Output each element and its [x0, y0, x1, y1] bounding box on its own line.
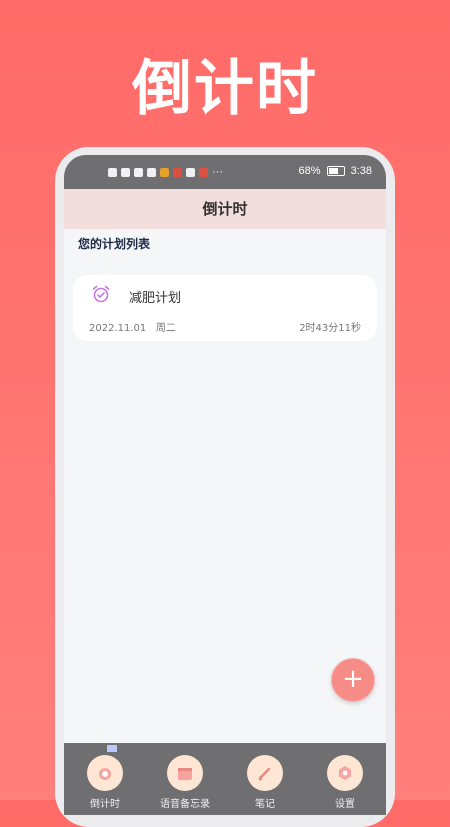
app-screen: ··· 68% 3:38 倒计时 您的计划列表 减肥计划 2022.11.01 … [64, 155, 386, 815]
tab-settings[interactable]: 设置 [315, 755, 375, 810]
wifi-icon [134, 167, 143, 177]
signal-icon-2 [121, 167, 130, 177]
more-notifications: ··· [212, 166, 223, 178]
battery-icon [326, 166, 345, 176]
add-plan-button[interactable]: + [331, 658, 375, 702]
alarm-clock-icon [92, 285, 110, 303]
tab-notes[interactable]: 笔记 [235, 755, 295, 810]
plan-name: 减肥计划 [129, 291, 182, 306]
tab-label: 设置 [335, 799, 355, 810]
tab-countdown[interactable]: 倒计时 [75, 745, 135, 810]
bottom-tab-bar: 倒计时 语音备忘录 笔记 设置 [64, 743, 386, 815]
promo-title: 倒计时 [132, 54, 318, 124]
app-notification-icon-2 [173, 167, 182, 177]
plan-date-value: 2022.11.01 [89, 323, 147, 334]
app-notification-icon-3 [199, 167, 208, 177]
tab-label: 语音备忘录 [160, 799, 210, 810]
tab-label: 倒计时 [90, 799, 120, 810]
app-bar-title: 倒计时 [64, 189, 386, 229]
plan-weekday: 周二 [155, 323, 176, 334]
plan-remaining-time: 2时43分11秒 [299, 323, 361, 334]
notification-icon [147, 167, 156, 177]
battery-percent: 68% [298, 165, 321, 177]
status-bar: ··· 68% 3:38 [64, 155, 386, 189]
tab-label: 笔记 [255, 799, 275, 810]
plan-card[interactable]: 减肥计划 2022.11.01 周二 2时43分11秒 [73, 275, 377, 341]
pen-icon [247, 755, 283, 791]
signal-icon [108, 167, 117, 177]
tab-voice-memo[interactable]: 语音备忘录 [155, 755, 215, 810]
settings-icon [327, 755, 363, 791]
plan-date: 2022.11.01 周二 [89, 319, 176, 334]
status-right: 68% 3:38 [299, 165, 372, 177]
alarm-clock-icon [87, 755, 123, 791]
status-time: 3:38 [350, 165, 372, 177]
calendar-icon [167, 755, 203, 791]
battery-level [328, 168, 339, 174]
app-notification-icon [160, 167, 169, 177]
plan-list-title: 您的计划列表 [78, 237, 151, 251]
flag-icon [107, 745, 117, 752]
chat-icon [186, 167, 195, 177]
status-icons: ··· [108, 166, 223, 178]
